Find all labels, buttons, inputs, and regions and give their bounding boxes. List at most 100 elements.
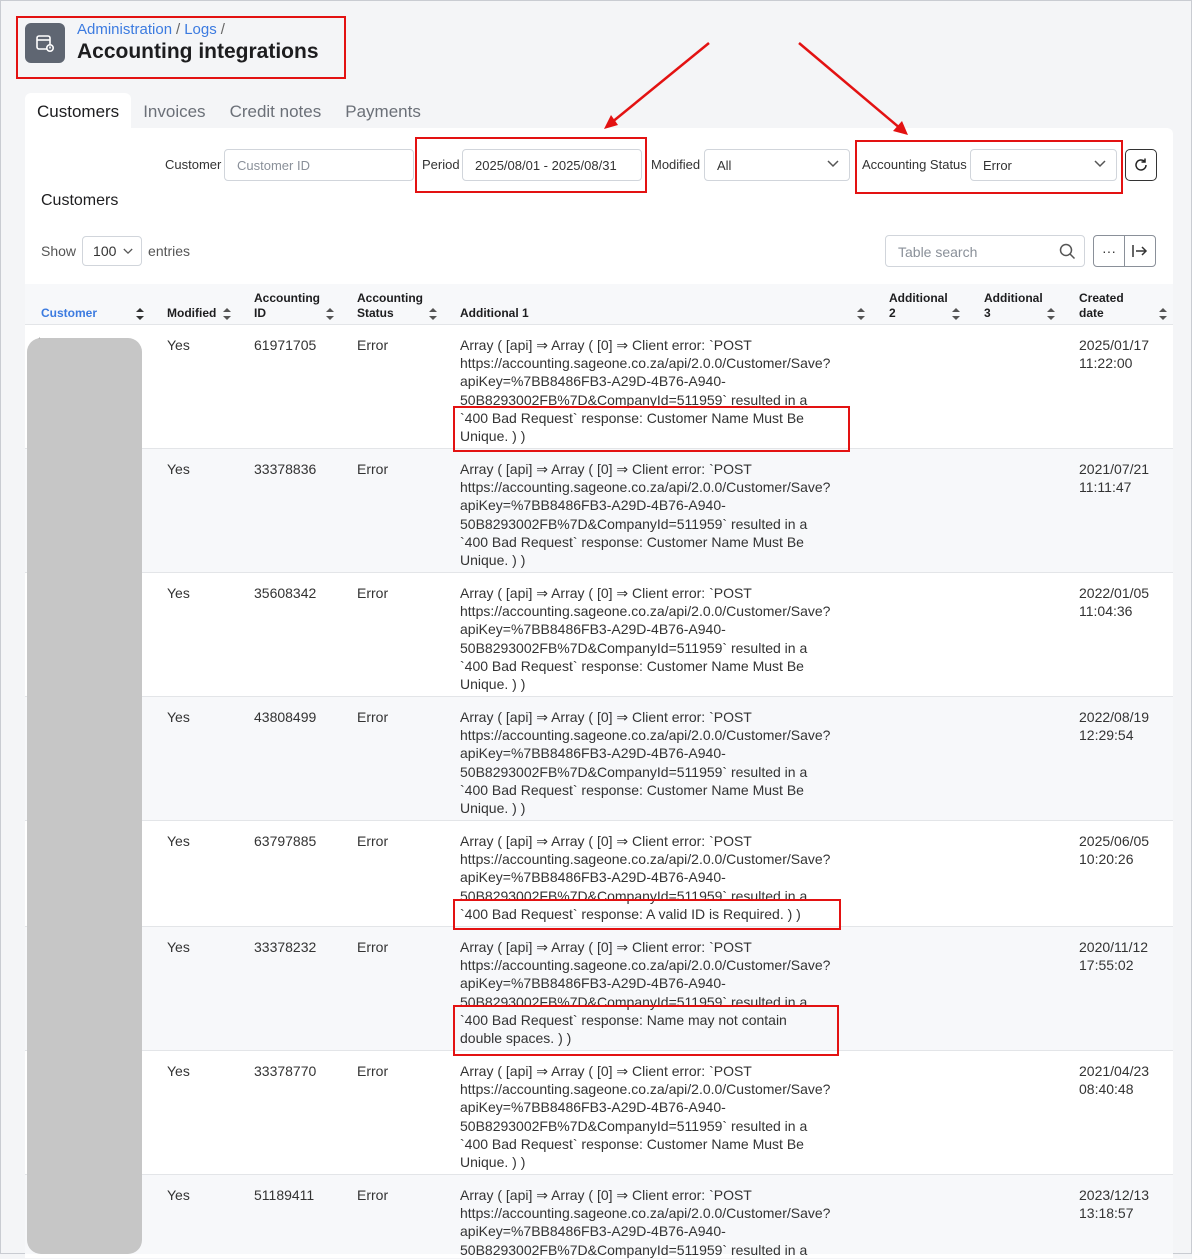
sort-icon[interactable] [136,308,144,320]
cell-accounting-status: Error [357,585,389,601]
cell-additional-1: Array ( [api] ⇒ Array ( [0] ⇒ Client err… [460,708,865,817]
error-message-line: apiKey=%7BB8486FB3-A29D-4B76-A940- [460,373,726,390]
accounting-status-select[interactable]: Error [970,149,1117,181]
table-search-placeholder: Table search [898,244,978,260]
table-actions: ··· [1093,235,1156,267]
error-message-line: https://accounting.sageone.co.za/api/2.0… [460,479,831,496]
column-header-created-date[interactable]: Created date [1079,291,1124,321]
table-row[interactable]: Yes 35608342 Error Array ( [api] ⇒ Array… [25,572,1173,696]
cell-accounting-status: Error [357,1187,389,1203]
sort-icon[interactable] [223,308,231,320]
refresh-icon [1135,158,1147,171]
tabs: Customers Invoices Credit notes Payments [25,93,433,131]
table-body: Yes 61971705 Error Array ( [api] ⇒ Array… [25,324,1173,1258]
table-row[interactable]: Yes 61971705 Error Array ( [api] ⇒ Array… [25,324,1173,448]
sort-icon[interactable] [1159,308,1167,320]
table-header: Customer Modified Accounting ID Accountin… [25,284,1173,324]
modified-filter-label: Modified [651,157,701,172]
error-message-line: `400 Bad Request` response: Customer Nam… [460,1135,804,1152]
chevron-down-icon [1094,160,1106,168]
error-message-line: `400 Bad Request` response: Customer Nam… [460,533,804,550]
more-options-button[interactable]: ··· [1094,236,1125,266]
customer-id-input[interactable]: Customer ID [224,149,414,181]
accounting-status-select-value: Error [983,158,1012,173]
cell-created-date: 2022/01/05 11:04:36 [1079,585,1150,620]
cell-modified: Yes [167,337,190,353]
error-message-line: Array ( [api] ⇒ Array ( [0] ⇒ Client err… [460,1187,752,1203]
breadcrumb-logs[interactable]: Logs [184,21,217,38]
modified-select[interactable]: All [704,149,850,181]
table-search-input[interactable]: Table search [885,235,1085,267]
cell-accounting-id: 33378232 [254,939,317,955]
error-message-line: https://accounting.sageone.co.za/api/2.0… [460,1205,831,1222]
cell-additional-1: Array ( [api] ⇒ Array ( [0] ⇒ Client err… [460,584,865,693]
breadcrumb-administration[interactable]: Administration [77,21,172,38]
error-message-line: 50B8293002FB%7D&CompanyId=511959` result… [460,1117,808,1134]
cell-additional-1: Array ( [api] ⇒ Array ( [0] ⇒ Client err… [460,832,865,923]
table-row[interactable]: Yes 63797885 Error Array ( [api] ⇒ Array… [25,820,1173,926]
cell-modified: Yes [167,709,190,725]
error-message-line: 50B8293002FB%7D&CompanyId=511959` result… [460,639,808,656]
cell-accounting-id: 35608342 [254,585,317,601]
error-message-line: Array ( [api] ⇒ Array ( [0] ⇒ Client err… [460,585,752,601]
entries-select[interactable]: 100 [82,236,143,266]
column-header-additional-2[interactable]: Additional 2 [889,291,948,321]
modified-select-value: All [717,158,732,173]
tab-payments[interactable]: Payments [333,93,433,131]
error-message-line: 50B8293002FB%7D&CompanyId=511959` result… [460,515,808,532]
tab-invoices[interactable]: Invoices [131,93,217,131]
error-message-line: 50B8293002FB%7D&CompanyId=511959` result… [460,1241,808,1258]
error-message-line: apiKey=%7BB8486FB3-A29D-4B76-A940- [460,745,726,762]
column-header-modified[interactable]: Modified [167,306,216,321]
section-title: Customers [41,192,119,209]
column-header-additional-1[interactable]: Additional 1 [460,306,529,321]
error-message-line: Unique. ) ) [460,552,526,569]
column-header-accounting-id[interactable]: Accounting ID [254,291,320,321]
breadcrumb-separator: / [220,21,225,38]
cell-additional-1: Array ( [api] ⇒ Array ( [0] ⇒ Client err… [460,336,865,445]
sort-icon[interactable] [952,308,960,320]
cell-modified: Yes [167,833,190,849]
error-message-line: `400 Bad Request` response: Customer Nam… [460,657,804,674]
table-row[interactable]: Yes 43808499 Error Array ( [api] ⇒ Array… [25,696,1173,820]
cell-additional-1: Array ( [api] ⇒ Array ( [0] ⇒ Client err… [460,1062,865,1171]
cell-created-date: 2025/06/05 10:20:26 [1079,833,1150,868]
cell-accounting-status: Error [357,337,389,353]
tab-credit-notes[interactable]: Credit notes [218,93,334,131]
customers-table: Customer Modified Accounting ID Accountin… [25,284,1173,1258]
customer-filter-label: Customer [165,157,222,172]
sort-icon[interactable] [429,308,437,320]
expand-columns-button[interactable] [1125,236,1155,266]
column-header-customer[interactable]: Customer [41,306,97,321]
error-message-line: 50B8293002FB%7D&CompanyId=511959` result… [460,993,808,1010]
cell-modified: Yes [167,1063,190,1079]
table-row[interactable]: Yes 33378770 Error Array ( [api] ⇒ Array… [25,1050,1173,1174]
sort-icon[interactable] [1047,308,1055,320]
tab-customers[interactable]: Customers [25,93,132,131]
redacted-customer-names [27,338,142,1254]
filter-bar: Customer Customer ID Period 2025/08/01 -… [25,148,1173,182]
cell-modified: Yes [167,939,190,955]
sort-icon[interactable] [326,308,334,320]
period-filter-label: Period [422,157,460,172]
table-row[interactable]: Yes 33378836 Error Array ( [api] ⇒ Array… [25,448,1173,572]
cell-additional-1: Array ( [api] ⇒ Array ( [0] ⇒ Client err… [460,938,865,1047]
column-header-additional-3[interactable]: Additional 3 [984,291,1043,321]
sort-icon[interactable] [857,308,865,320]
content-panel: Customer Customer ID Period 2025/08/01 -… [25,128,1173,1258]
error-message-line: 50B8293002FB%7D&CompanyId=511959` result… [460,391,808,408]
column-header-accounting-status[interactable]: Accounting Status [357,291,423,321]
cell-accounting-status: Error [357,1063,389,1079]
error-message-line: Array ( [api] ⇒ Array ( [0] ⇒ Client err… [460,833,752,849]
error-message-line: `400 Bad Request` response: Customer Nam… [460,781,804,798]
table-row[interactable]: Yes 51189411 Error Array ( [api] ⇒ Array… [25,1174,1173,1258]
breadcrumb: Administration / Logs / [77,21,319,38]
error-message-line: Unique. ) ) [460,1154,526,1171]
search-icon [1059,243,1076,260]
error-message-line: apiKey=%7BB8486FB3-A29D-4B76-A940- [460,1099,726,1116]
table-row[interactable]: Yes 33378232 Error Array ( [api] ⇒ Array… [25,926,1173,1050]
cell-accounting-status: Error [357,461,389,477]
period-date-range-input[interactable]: 2025/08/01 - 2025/08/31 [462,149,642,181]
refresh-button[interactable] [1125,149,1157,181]
error-message-line: Array ( [api] ⇒ Array ( [0] ⇒ Client err… [460,461,752,477]
